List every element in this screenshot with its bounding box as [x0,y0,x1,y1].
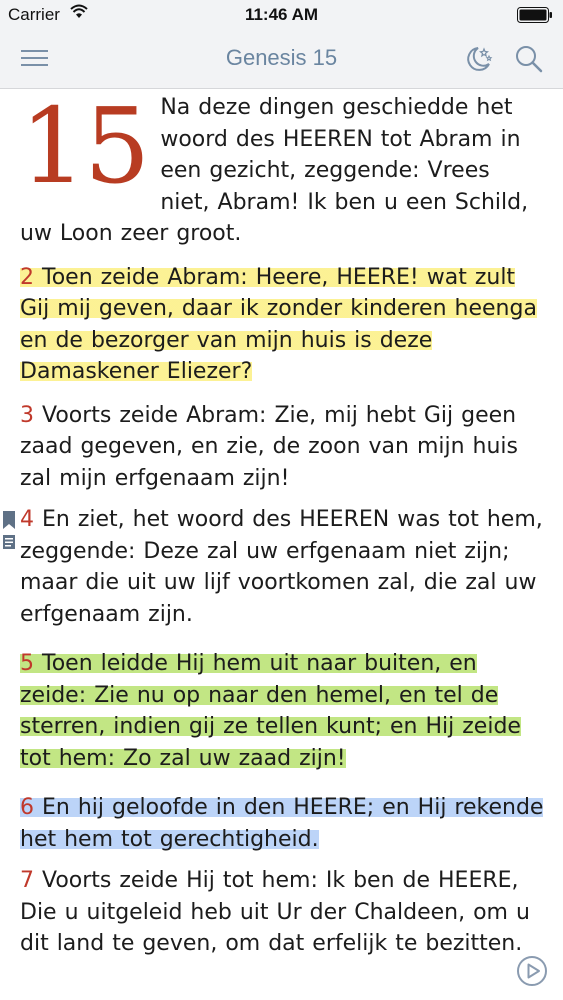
verse-6[interactable]: 6 En hij geloofde in den HEERE; en Hij r… [20,792,545,855]
highlight-green: 5 Toen leidde Hij hem uit naar buiten, e… [20,651,521,771]
verse-number: 6 [20,795,34,820]
nav-bar: Genesis 15 [0,30,563,89]
status-time: 11:46 AM [244,5,319,24]
verse-4[interactable]: 4 En ziet, het woord des HEEREN was tot … [20,504,545,630]
verse-text: Toen zeide Abram: Heere, HEERE! wat zult… [20,264,537,385]
verse-number: 2 [20,264,34,290]
status-bar: Carrier 11:46 AM [0,0,563,30]
search-icon[interactable] [514,44,546,78]
verse-number: 7 [20,868,34,893]
verse-2[interactable]: 2 Toen zeide Abram: Heere, HEERE! wat zu… [20,262,545,388]
verse-number: 3 [20,402,34,428]
verse-text: Voorts zeide Hij tot hem: Ik ben de HEER… [20,868,530,956]
note-icon[interactable] [3,534,15,553]
verse-text: Voorts zeide Abram: Zie, mij hebt Gij ge… [20,402,518,491]
highlight-yellow: 2 Toen zeide Abram: Heere, HEERE! wat zu… [20,264,537,385]
play-audio-button[interactable] [516,955,548,991]
highlight-blue: 6 En hij geloofde in den HEERE; en Hij r… [20,795,544,852]
verse-7[interactable]: 7 Voorts zeide Hij tot hem: Ik ben de HE… [20,865,545,960]
verse-text: Toen leidde Hij hem uit naar buiten, en … [20,651,521,771]
chapter-content: 15 Na deze dingen geschiedde het woord d… [20,92,545,970]
verse-3[interactable]: 3 Voorts zeide Abram: Zie, mij hebt Gij … [20,400,545,495]
chapter-number: 15 [20,85,150,207]
verse-number: 5 [20,651,34,676]
verse-5[interactable]: 5 Toen leidde Hij hem uit naar buiten, e… [20,648,545,774]
verse-number: 4 [20,507,34,532]
verse-1[interactable]: 15 Na deze dingen geschiedde het woord d… [20,92,545,250]
verse-text: En ziet, het woord des HEEREN was tot he… [20,507,543,627]
night-mode-icon[interactable] [463,44,495,78]
bookmark-icon[interactable] [3,511,15,533]
battery-icon [517,7,553,23]
verse-text: En hij geloofde in den HEERE; en Hij rek… [20,795,544,852]
